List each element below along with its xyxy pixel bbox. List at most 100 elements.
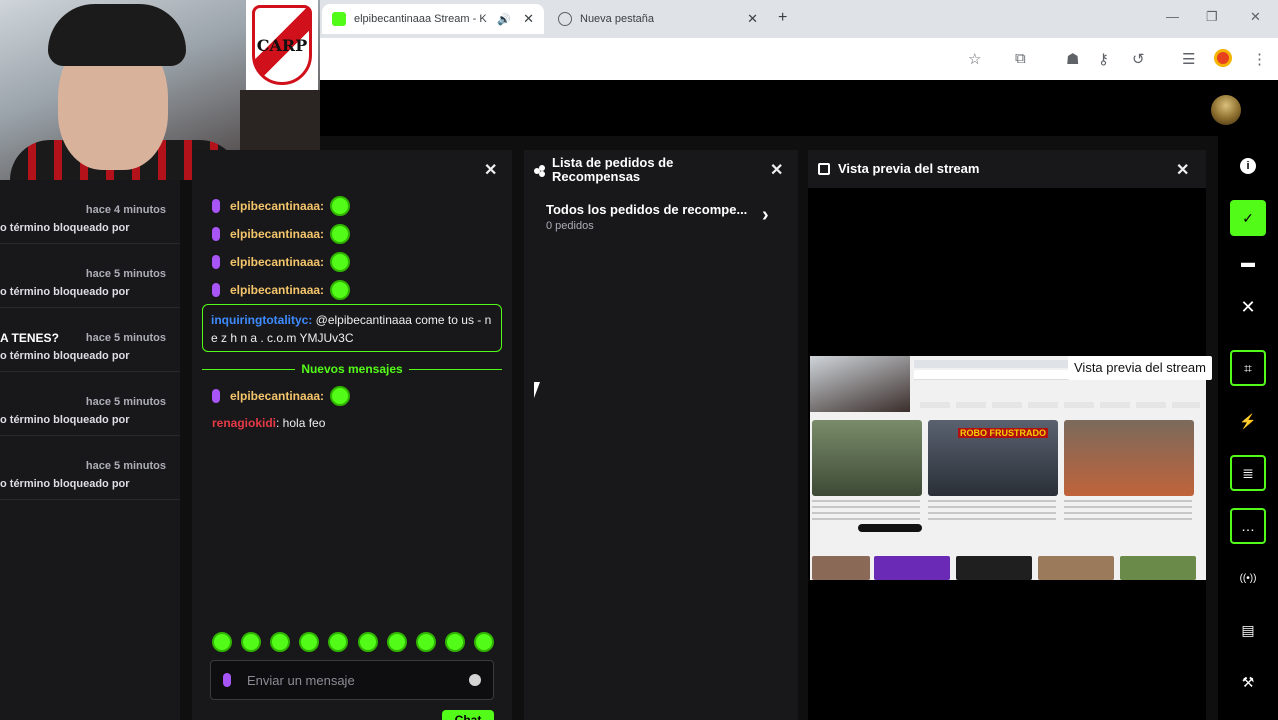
emote-icon[interactable] <box>241 632 262 652</box>
tab-new[interactable]: Nueva pestaña ✕ <box>548 4 768 34</box>
chat-text: : hola feo <box>276 416 326 430</box>
timestamp: hace 5 minutos <box>85 332 166 344</box>
rewards-row-count: 0 pedidos <box>546 220 594 232</box>
club-crest-logo: CARP <box>246 0 318 90</box>
emote-icon <box>330 196 351 216</box>
stream-preview-icon[interactable]: ⌗ <box>1230 350 1266 386</box>
broadcast-icon[interactable]: ((•)) <box>1230 560 1266 596</box>
chat-username[interactable]: elpibecantinaaa: <box>230 199 324 213</box>
close-window-button[interactable]: ✕ <box>1250 9 1261 25</box>
thumbnail-video <box>812 556 870 580</box>
crest-shield: CARP <box>252 5 312 85</box>
layout-icon[interactable]: ▬ <box>1230 244 1266 280</box>
list-item: hace 5 minutos o término bloqueado por <box>0 372 180 436</box>
check-icon[interactable]: ✓ <box>1230 200 1266 236</box>
timestamp: hace 5 minutos <box>85 396 166 408</box>
media-queue-icon[interactable]: ☰ <box>1182 50 1195 68</box>
thumbnail-overlay-text: ROBO FRUSTRADO <box>958 428 1048 438</box>
tab-title: elpibecantinaaa Stream - K <box>354 13 487 25</box>
chat-username[interactable]: renagiokidi <box>212 416 276 430</box>
panel-header: Vista previa del stream ✕ <box>808 150 1206 188</box>
activity-panel: hace 4 minutos o término bloqueado por h… <box>0 180 180 720</box>
emote-icon[interactable] <box>299 632 320 652</box>
history-icon[interactable]: ↺ <box>1132 50 1145 68</box>
list-item: hace 5 minutos o término bloqueado por <box>0 436 180 500</box>
webcam-cap <box>48 4 186 66</box>
timestamp: hace 5 minutos <box>85 460 166 472</box>
chat-username[interactable]: elpibecantinaaa: <box>230 283 324 297</box>
emote-icon[interactable] <box>270 632 291 652</box>
chat-message: renagiokidi : hola feo <box>212 416 325 430</box>
kick-favicon-icon <box>332 12 346 26</box>
rewards-panel: Lista de pedidos de Recompensas ✕ Todos … <box>524 150 798 720</box>
mic-badge-icon <box>212 255 220 269</box>
tab-close-icon[interactable]: ✕ <box>523 11 534 27</box>
thumbnail-meta <box>1064 500 1192 524</box>
emote-bar <box>212 632 494 652</box>
profile-icon[interactable] <box>1214 49 1232 67</box>
emote-icon[interactable] <box>415 632 436 652</box>
emote-icon[interactable] <box>357 632 378 652</box>
list-item: hace 4 minutos o término bloqueado por <box>0 180 180 244</box>
incognito-icon[interactable]: ☗ <box>1066 50 1079 68</box>
chat-message: elpibecantinaaa: <box>212 386 351 406</box>
new-tab-button[interactable]: + <box>778 9 787 27</box>
close-icon[interactable]: ✕ <box>484 160 497 180</box>
star-icon[interactable]: ☆ <box>968 50 981 68</box>
tab-title: Nueva pestaña <box>580 13 654 25</box>
send-chat-button[interactable]: Chat <box>442 710 494 720</box>
item-text: o término bloqueado por <box>0 286 130 298</box>
maximize-button[interactable]: ❐ <box>1206 9 1218 25</box>
close-icon[interactable]: ✕ <box>770 160 783 180</box>
chat-username[interactable]: elpibecantinaaa: <box>230 227 324 241</box>
avatar[interactable] <box>1211 95 1241 125</box>
chevron-right-icon[interactable]: › <box>762 204 769 227</box>
speaker-icon[interactable]: 🔊 <box>497 13 511 26</box>
emote-icon[interactable] <box>473 632 494 652</box>
password-key-icon[interactable]: ⚷ <box>1098 50 1109 68</box>
menu-icon[interactable]: ⋮ <box>1252 50 1267 68</box>
chat-message: elpibecantinaaa: <box>212 196 351 216</box>
chat-username[interactable]: elpibecantinaaa: <box>230 389 324 403</box>
tab-stream[interactable]: elpibecantinaaa Stream - K 🔊 ✕ <box>322 4 544 34</box>
thumbnail-video <box>1120 556 1196 580</box>
mouse-cursor <box>534 382 540 398</box>
emote-icon[interactable] <box>328 632 349 652</box>
emote-icon[interactable] <box>386 632 407 652</box>
notes-icon[interactable]: ≣ <box>1230 455 1266 491</box>
chat-username[interactable]: inquiringtotalityc: <box>211 313 312 327</box>
close-icon[interactable]: ✕ <box>1176 160 1189 180</box>
thumbnail-video <box>1064 420 1194 496</box>
extensions-icon[interactable]: ⧉ <box>1015 50 1026 67</box>
mic-badge-icon <box>212 283 220 297</box>
mic-badge-icon <box>212 227 220 241</box>
chat-input[interactable] <box>247 672 469 688</box>
item-text: o término bloqueado por <box>0 414 130 426</box>
chat-username[interactable]: elpibecantinaaa: <box>230 255 324 269</box>
wrench-icon[interactable]: ⚒ <box>1230 664 1266 700</box>
divider-line <box>202 368 296 370</box>
divider-line <box>408 368 503 370</box>
stream-preview-thumbnail[interactable]: ROBO FRUSTRADO <box>810 356 1206 580</box>
list-item: hace 5 minutos o término bloqueado por <box>0 244 180 308</box>
minimize-button[interactable]: — <box>1166 9 1179 24</box>
chat-message: elpibecantinaaa: <box>212 280 351 300</box>
media-icon[interactable]: ▤ <box>1230 612 1266 648</box>
chat-message: elpibecantinaaa: <box>212 224 351 244</box>
thumbnail-button <box>858 524 922 532</box>
mic-badge-icon <box>212 199 220 213</box>
emoji-picker-icon[interactable] <box>469 674 481 686</box>
tab-close-icon[interactable]: ✕ <box>747 11 758 27</box>
globe-icon <box>558 12 572 26</box>
emote-icon[interactable] <box>444 632 465 652</box>
rewards-row-title[interactable]: Todos los pedidos de recompe... <box>546 202 747 217</box>
highlighted-message: inquiringtotalityc: @elpibecantinaaa com… <box>202 304 502 352</box>
close-icon[interactable]: ✕ <box>1230 289 1266 325</box>
chat-bubble-icon[interactable]: … <box>1230 508 1266 544</box>
screen: elpibecantinaaa Stream - K 🔊 ✕ Nueva pes… <box>0 0 1278 720</box>
bolt-icon[interactable]: ⚡ <box>1230 403 1266 439</box>
thumbnail-meta <box>812 500 920 524</box>
emote-icon[interactable] <box>212 632 232 652</box>
timestamp: hace 5 minutos <box>85 268 166 280</box>
info-icon[interactable]: i <box>1230 148 1266 184</box>
